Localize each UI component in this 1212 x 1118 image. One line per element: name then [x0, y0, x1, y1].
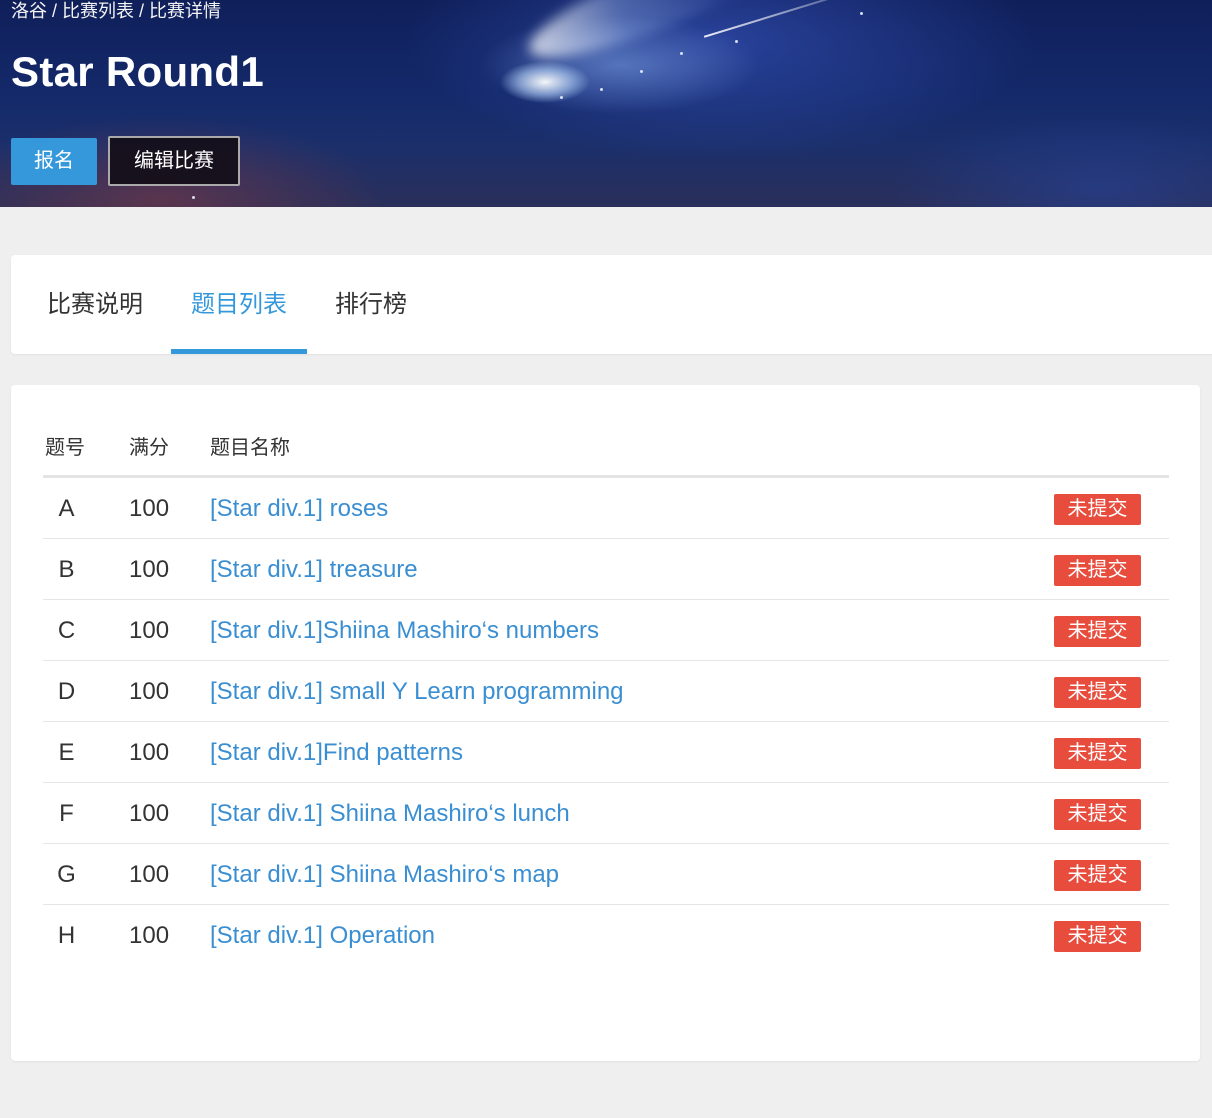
status-badge: 未提交	[1054, 677, 1141, 708]
status-badge: 未提交	[1054, 799, 1141, 830]
problem-title-link[interactable]: [Star div.1] small Y Learn programming	[210, 661, 624, 722]
problem-list-card: 题号 满分 题目名称 A 100 [Star div.1] roses 未提交 B 100…	[11, 385, 1200, 1061]
tab-problem-list[interactable]: 题目列表	[171, 255, 307, 354]
status-badge: 未提交	[1054, 555, 1141, 586]
table-row: H 100 [Star div.1] Operation 未提交	[43, 905, 1169, 966]
star-decoration	[600, 88, 603, 91]
star-decoration	[640, 70, 643, 73]
table-body: A 100 [Star div.1] roses 未提交 B 100 [Star div.1…	[43, 478, 1169, 966]
problem-full-score: 100	[129, 861, 170, 888]
problem-index: D	[57, 678, 76, 705]
problem-full-score: 100	[129, 800, 170, 827]
problem-index: H	[57, 922, 76, 949]
problem-full-score: 100	[129, 556, 170, 583]
star-decoration	[680, 52, 683, 55]
problem-title-link[interactable]: [Star div.1]Find patterns	[210, 722, 463, 783]
problem-table: 题号 满分 题目名称 A 100 [Star div.1] roses 未提交 B 100…	[43, 419, 1169, 966]
breadcrumb-separator: /	[139, 1, 145, 21]
problem-index: E	[58, 739, 75, 766]
problem-title-link[interactable]: [Star div.1] Operation	[210, 905, 435, 966]
problem-title-link[interactable]: [Star div.1] Shiina Mashiro‘s map	[210, 844, 559, 905]
column-header-name: 题目名称	[210, 437, 290, 459]
problem-title-link[interactable]: [Star div.1] Shiina Mashiro‘s lunch	[210, 783, 570, 844]
table-row: C 100 [Star div.1]Shiina Mashiro‘s numbers…	[43, 600, 1169, 661]
star-decoration	[735, 40, 738, 43]
problem-full-score: 100	[129, 495, 170, 522]
problem-index: C	[57, 617, 76, 644]
status-badge: 未提交	[1054, 616, 1141, 647]
status-badge: 未提交	[1054, 738, 1141, 769]
breadcrumb-contest-list[interactable]: 比赛列表	[62, 1, 134, 21]
problem-index: B	[58, 556, 75, 583]
column-header-score: 满分	[129, 437, 169, 459]
table-row: A 100 [Star div.1] roses 未提交	[43, 478, 1169, 539]
tab-leaderboard[interactable]: 排行榜	[321, 255, 421, 354]
breadcrumb-separator: /	[52, 1, 58, 21]
breadcrumb-luogu[interactable]: 洛谷	[11, 1, 47, 21]
problem-index: A	[58, 495, 75, 522]
table-row: B 100 [Star div.1] treasure 未提交	[43, 539, 1169, 600]
star-decoration	[560, 96, 563, 99]
tab-contest-description[interactable]: 比赛说明	[33, 255, 157, 354]
problem-title-link[interactable]: [Star div.1] roses	[210, 478, 388, 539]
breadcrumb: 洛谷 / 比赛列表 / 比赛详情	[11, 0, 221, 22]
signup-button[interactable]: 报名	[11, 138, 97, 185]
problem-full-score: 100	[129, 922, 170, 949]
table-row: F 100 [Star div.1] Shiina Mashiro‘s lunch 未…	[43, 783, 1169, 844]
table-row: G 100 [Star div.1] Shiina Mashiro‘s map 未提交	[43, 844, 1169, 905]
meteor-decoration	[518, 0, 801, 78]
problem-full-score: 100	[129, 678, 170, 705]
problem-title-link[interactable]: [Star div.1]Shiina Mashiro‘s numbers	[210, 600, 599, 661]
problem-full-score: 100	[129, 739, 170, 766]
problem-index: G	[57, 861, 76, 888]
problem-index: F	[59, 800, 74, 827]
contest-tabs: 比赛说明 题目列表 排行榜	[11, 255, 1212, 354]
table-row: E 100 [Star div.1]Find patterns 未提交	[43, 722, 1169, 783]
problem-title-link[interactable]: [Star div.1] treasure	[210, 539, 418, 600]
table-row: D 100 [Star div.1] small Y Learn programmi…	[43, 661, 1169, 722]
star-decoration	[860, 12, 863, 15]
meteor-trail-decoration	[703, 0, 887, 38]
contest-title: Star Round1	[11, 48, 264, 95]
breadcrumb-contest-detail: 比赛详情	[149, 1, 222, 21]
table-header: 题号 满分 题目名称	[43, 419, 1169, 478]
edit-contest-button[interactable]: 编辑比赛	[108, 136, 240, 186]
status-badge: 未提交	[1054, 494, 1141, 525]
contest-banner: 洛谷 / 比赛列表 / 比赛详情 Star Round1 报名 编辑比赛	[0, 0, 1212, 207]
problem-full-score: 100	[129, 617, 170, 644]
star-decoration	[192, 196, 195, 199]
status-badge: 未提交	[1054, 921, 1141, 952]
status-badge: 未提交	[1054, 860, 1141, 891]
column-header-index: 题号	[45, 437, 85, 459]
